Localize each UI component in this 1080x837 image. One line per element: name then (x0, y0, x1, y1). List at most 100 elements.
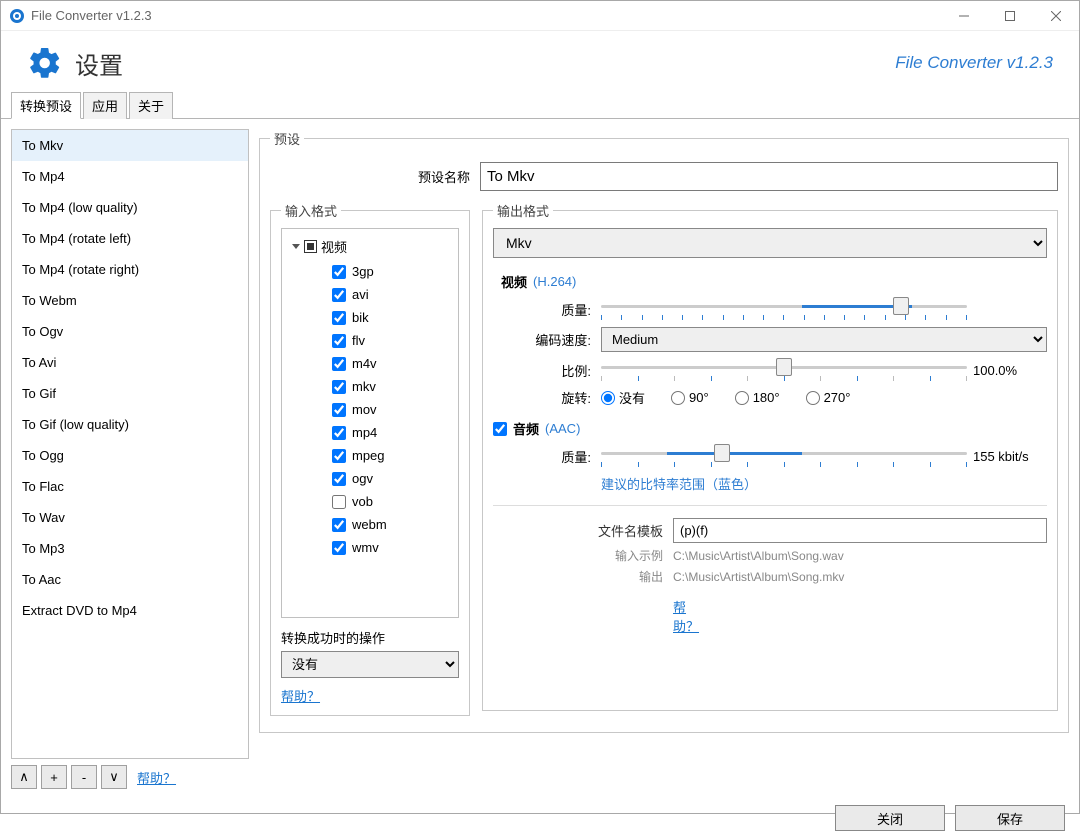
tab-presets[interactable]: 转换预设 (11, 92, 81, 119)
tab-app[interactable]: 应用 (83, 92, 127, 119)
preset-item[interactable]: To Mp3 (12, 533, 248, 564)
rotate-90[interactable]: 90° (671, 390, 709, 405)
minimize-button[interactable] (941, 1, 987, 31)
format-checkbox[interactable] (332, 311, 346, 325)
format-label: ogv (352, 471, 373, 486)
video-section-label: 视频 (501, 272, 527, 291)
preset-item[interactable]: To Ogg (12, 440, 248, 471)
preset-item[interactable]: To Flac (12, 471, 248, 502)
close-button[interactable] (1033, 1, 1079, 31)
root-checkbox-indeterminate[interactable] (304, 240, 317, 253)
tree-item[interactable]: bik (284, 306, 456, 329)
video-codec: (H.264) (533, 274, 576, 289)
maximize-button[interactable] (987, 1, 1033, 31)
format-label: flv (352, 333, 365, 348)
input-legend: 输入格式 (281, 201, 341, 220)
format-label: mkv (352, 379, 376, 394)
tree-item[interactable]: wmv (284, 536, 456, 559)
encode-speed-select[interactable]: Medium (601, 327, 1047, 352)
titlebar: File Converter v1.2.3 (1, 1, 1079, 31)
close-dialog-button[interactable]: 关闭 (835, 805, 945, 831)
rotate-radio-group: 没有 90° 180° 270° (601, 388, 1047, 407)
tree-item[interactable]: flv (284, 329, 456, 352)
preset-item[interactable]: To Mp4 (rotate left) (12, 223, 248, 254)
format-checkbox[interactable] (332, 380, 346, 394)
tree-item[interactable]: vob (284, 490, 456, 513)
format-checkbox[interactable] (332, 541, 346, 555)
rotate-none[interactable]: 没有 (601, 388, 645, 407)
save-button[interactable]: 保存 (955, 805, 1065, 831)
format-label: m4v (352, 356, 377, 371)
preset-item[interactable]: To Mp4 (12, 161, 248, 192)
add-preset-button[interactable]: + (41, 765, 67, 789)
after-action-select[interactable]: 没有 (281, 651, 459, 678)
preset-item[interactable]: To Mkv (12, 130, 248, 161)
format-checkbox[interactable] (332, 334, 346, 348)
format-checkbox[interactable] (332, 472, 346, 486)
tree-item[interactable]: m4v (284, 352, 456, 375)
preset-item[interactable]: To Webm (12, 285, 248, 316)
format-checkbox[interactable] (332, 357, 346, 371)
format-label: webm (352, 517, 387, 532)
input-help-link[interactable]: 帮助？ (281, 686, 320, 705)
preset-item[interactable]: To Mp4 (low quality) (12, 192, 248, 223)
preset-fieldset: 预设 预设名称 输入格式 视频 (259, 129, 1069, 733)
tree-item[interactable]: mkv (284, 375, 456, 398)
audio-enable-checkbox[interactable] (493, 422, 507, 436)
preset-item[interactable]: Extract DVD to Mp4 (12, 595, 248, 626)
format-checkbox[interactable] (332, 265, 346, 279)
audio-quality-slider[interactable] (601, 444, 967, 468)
tree-item[interactable]: ogv (284, 467, 456, 490)
scale-slider[interactable] (601, 358, 967, 382)
format-checkbox[interactable] (332, 426, 346, 440)
remove-preset-button[interactable]: - (71, 765, 97, 789)
rotate-270[interactable]: 270° (806, 390, 851, 405)
example-out-label: 输出 (493, 568, 663, 585)
preset-item[interactable]: To Gif (12, 378, 248, 409)
tree-item[interactable]: mpeg (284, 444, 456, 467)
format-checkbox[interactable] (332, 495, 346, 509)
preset-item[interactable]: To Aac (12, 564, 248, 595)
preset-item[interactable]: To Wav (12, 502, 248, 533)
move-down-button[interactable]: ∨ (101, 765, 127, 789)
brand-label: File Converter v1.2.3 (895, 53, 1053, 73)
bitrate-range-tip: 建议的比特率范围（蓝色） (601, 474, 1047, 493)
tree-item[interactable]: mov (284, 398, 456, 421)
tree-root-label: 视频 (321, 237, 347, 256)
format-checkbox[interactable] (332, 518, 346, 532)
format-checkbox[interactable] (332, 403, 346, 417)
move-up-button[interactable]: ∧ (11, 765, 37, 789)
app-icon (9, 8, 25, 24)
tree-item[interactable]: avi (284, 283, 456, 306)
audio-section-label: 音频 (513, 419, 539, 438)
audio-quality-label: 质量: (493, 447, 591, 466)
expand-icon[interactable] (292, 244, 300, 249)
filename-template-input[interactable] (673, 518, 1047, 543)
tree-item[interactable]: mp4 (284, 421, 456, 444)
preset-help-link[interactable]: 帮助？ (137, 768, 176, 787)
output-format-select[interactable]: Mkv (493, 228, 1047, 258)
preset-item[interactable]: To Avi (12, 347, 248, 378)
tree-item[interactable]: webm (284, 513, 456, 536)
video-quality-label: 质量: (493, 300, 591, 319)
video-quality-slider[interactable] (601, 297, 967, 321)
encode-speed-label: 编码速度: (493, 330, 591, 349)
rotate-180[interactable]: 180° (735, 390, 780, 405)
format-label: wmv (352, 540, 379, 555)
format-checkbox[interactable] (332, 449, 346, 463)
template-label: 文件名模板 (493, 521, 663, 540)
preset-item[interactable]: To Gif (low quality) (12, 409, 248, 440)
tree-item[interactable]: 3gp (284, 260, 456, 283)
window-title: File Converter v1.2.3 (31, 8, 152, 23)
preset-list[interactable]: To MkvTo Mp4To Mp4 (low quality)To Mp4 (… (11, 129, 249, 759)
preset-item[interactable]: To Ogv (12, 316, 248, 347)
format-checkbox[interactable] (332, 288, 346, 302)
audio-bitrate-value: 155 kbit/s (973, 449, 1047, 464)
preset-item[interactable]: To Mp4 (rotate right) (12, 254, 248, 285)
format-label: mpeg (352, 448, 385, 463)
template-help-link[interactable]: 帮助？ (673, 597, 699, 635)
preset-name-input[interactable] (480, 162, 1058, 191)
gear-icon (27, 45, 63, 81)
tab-about[interactable]: 关于 (129, 92, 173, 119)
input-format-tree[interactable]: 视频 3gpavibik flv m4v mkv movmp4 mpeg ogv vob web… (281, 228, 459, 618)
